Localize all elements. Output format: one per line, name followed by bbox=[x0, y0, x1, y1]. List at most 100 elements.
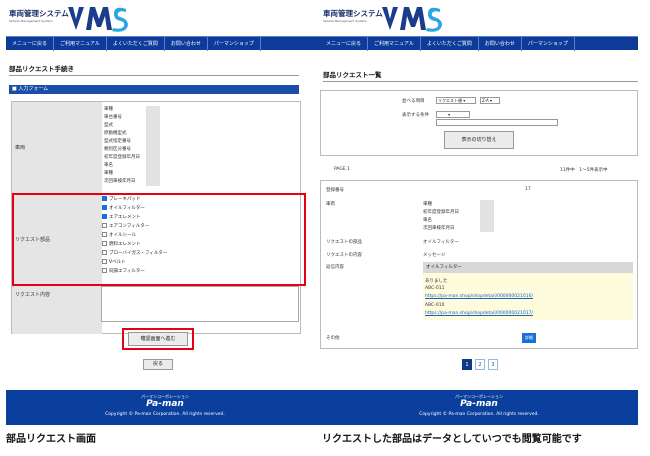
part-checkbox-7[interactable]: Vベルト bbox=[102, 259, 126, 265]
part-checkbox-0[interactable]: ブレーキパッド bbox=[102, 196, 141, 202]
vehicle-field-1: 車台番号 bbox=[104, 115, 122, 120]
vms-logo[interactable] bbox=[380, 3, 442, 34]
parts-highlight bbox=[12, 193, 306, 286]
vehicle-field-6: 初年度登録年月日 bbox=[104, 155, 140, 160]
part-checkbox-5[interactable]: 燃料エレメント bbox=[102, 241, 141, 247]
sort-order-select[interactable]: Z-A ▾ bbox=[480, 97, 500, 104]
page-indicator: PAGE.1 bbox=[334, 167, 351, 172]
vms-logo[interactable] bbox=[66, 3, 128, 34]
vehicle-label: 車両 bbox=[326, 202, 335, 207]
reply-label: 返信内容 bbox=[326, 265, 344, 270]
brand-subtitle: Vehicle Management System bbox=[9, 19, 53, 23]
vehicle-field-0: 車種 bbox=[423, 202, 432, 207]
part-checkbox-1[interactable]: オイルフィルター bbox=[102, 205, 145, 211]
checkbox-icon[interactable] bbox=[102, 250, 107, 255]
vehicle-field-3: 原動機型式 bbox=[104, 131, 127, 136]
copyright: Copyright © Pa-man Corporation. All righ… bbox=[105, 412, 225, 417]
title-divider bbox=[323, 81, 638, 82]
vehicle-field-9: 次回車検年月日 bbox=[104, 179, 136, 184]
confirm-button[interactable]: 確認画面へ進む bbox=[128, 332, 188, 346]
title-divider bbox=[9, 75, 299, 76]
brand-title: 車両管理システム bbox=[323, 9, 383, 18]
request-part-value: オイルフィルター bbox=[423, 240, 459, 245]
vehicle-field-8: 車種 bbox=[104, 171, 113, 176]
nav-faq[interactable]: よくいただくご質問 bbox=[107, 37, 165, 51]
request-content-label: リクエスト内容 bbox=[12, 286, 102, 334]
result-count: 11件中 1〜5件表示中 bbox=[560, 168, 608, 173]
checkbox-checked-icon[interactable] bbox=[102, 205, 107, 210]
checkbox-icon[interactable] bbox=[102, 268, 107, 273]
checkbox-icon[interactable] bbox=[102, 232, 107, 237]
page-1[interactable]: 1 bbox=[462, 359, 472, 370]
nav-contact[interactable]: お問い合わせ bbox=[479, 37, 522, 51]
part-checkbox-3[interactable]: エアコンフィルター bbox=[102, 223, 149, 229]
part-checkbox-2[interactable]: エアエレメント bbox=[102, 214, 141, 220]
caption-right: リクエストした部品はデータとしていつでも閲覧可能です bbox=[322, 434, 582, 445]
footer: パーマンコーポレーション Pa-man Copyright © Pa-man C… bbox=[6, 390, 324, 425]
checkbox-icon[interactable] bbox=[102, 259, 107, 264]
nav-manual[interactable]: ご利用マニュアル bbox=[368, 37, 421, 51]
vehicle-field-7: 車名 bbox=[104, 163, 113, 168]
request-content-label: リクエストの内容 bbox=[326, 253, 362, 258]
page-title: 部品リクエスト一覧 bbox=[323, 71, 382, 79]
vehicle-field-1: 初年度登録年月日 bbox=[423, 210, 459, 215]
page-3[interactable]: 3 bbox=[488, 359, 498, 370]
reply-line-1: ABC-011 bbox=[425, 286, 445, 291]
page-title: 部品リクエスト手続き bbox=[9, 65, 74, 73]
caption-left: 部品リクエスト画面 bbox=[6, 434, 96, 445]
header: 車両管理システム Vehicle Management System bbox=[320, 0, 638, 36]
paman-logo: Pa-man bbox=[460, 399, 498, 409]
reply-line-0: ありました bbox=[425, 279, 448, 284]
request-part-label: リクエストの部品 bbox=[326, 240, 362, 245]
vehicle-label: 車両 bbox=[12, 102, 102, 194]
checkbox-checked-icon[interactable] bbox=[102, 196, 107, 201]
copyright: Copyright © Pa-man Corporation. All righ… bbox=[419, 412, 539, 417]
part-checkbox-6[interactable]: ブローバイガス・フィルター bbox=[102, 250, 167, 256]
part-checkbox-4[interactable]: オイルシール bbox=[102, 232, 136, 238]
nav-shop[interactable]: パーマンショップ bbox=[522, 37, 575, 51]
detail-button[interactable]: 詳細 bbox=[522, 333, 536, 343]
reg-number-label: 登録番号 bbox=[326, 188, 344, 193]
sort-label: 並べる項目 bbox=[402, 99, 425, 104]
nav-contact[interactable]: お問い合わせ bbox=[165, 37, 208, 51]
nav-menu-back[interactable]: メニューに戻る bbox=[320, 37, 369, 51]
vehicle-field-4: 型式指定番号 bbox=[104, 139, 131, 144]
brand-subtitle: Vehicle Management System bbox=[323, 19, 367, 23]
request-content-value: メッセージ bbox=[423, 253, 446, 258]
product-link-1[interactable]: https://pa-man.shop/shopdetail/000000021… bbox=[425, 294, 533, 299]
product-link-2[interactable]: https://pa-man.shop/shopdetail/000000021… bbox=[425, 311, 533, 316]
checkbox-icon[interactable] bbox=[102, 223, 107, 228]
reply-header: オイルフィルター bbox=[423, 262, 633, 273]
section-bar: ■ 入力フォーム bbox=[9, 85, 299, 94]
checkbox-icon[interactable] bbox=[102, 241, 107, 246]
request-list-panel: 車両管理システム Vehicle Management System メニューに… bbox=[320, 0, 638, 425]
nav-faq[interactable]: よくいただくご質問 bbox=[421, 37, 479, 51]
condition-label: 表示する条件 bbox=[402, 113, 429, 118]
other-label: その他 bbox=[326, 336, 340, 341]
part-checkbox-8[interactable]: 同調エフィルター bbox=[102, 268, 145, 274]
condition-input[interactable] bbox=[436, 119, 558, 126]
footer: パーマンコーポレーション Pa-man Copyright © Pa-man C… bbox=[320, 390, 638, 425]
header: 車両管理システム Vehicle Management System bbox=[6, 0, 324, 36]
condition-select[interactable]: ▾ bbox=[436, 111, 470, 118]
vehicle-field-5: 類別区分番号 bbox=[104, 147, 131, 152]
request-content-textarea[interactable] bbox=[101, 286, 299, 322]
back-button[interactable]: 戻る bbox=[143, 359, 173, 370]
vehicle-field-0: 車種 bbox=[104, 107, 113, 112]
redacted-values bbox=[146, 106, 160, 186]
vehicle-field-3: 次回車検年月日 bbox=[423, 226, 455, 231]
vehicle-field-2: 車名 bbox=[423, 218, 432, 223]
sort-select[interactable]: リクエスト順 ▾ bbox=[436, 97, 476, 104]
redacted-values bbox=[480, 200, 494, 232]
brand-title: 車両管理システム bbox=[9, 9, 69, 18]
nav-menu-back[interactable]: メニューに戻る bbox=[6, 37, 55, 51]
paman-logo: Pa-man bbox=[146, 399, 184, 409]
nav-manual[interactable]: ご利用マニュアル bbox=[54, 37, 107, 51]
reg-number-value: 17 bbox=[525, 187, 531, 192]
checkbox-checked-icon[interactable] bbox=[102, 214, 107, 219]
main-nav: メニューに戻る ご利用マニュアル よくいただくご質問 お問い合わせ パーマンショ… bbox=[320, 36, 638, 51]
page-2[interactable]: 2 bbox=[475, 359, 485, 370]
reply-line-2: ABC-010 bbox=[425, 303, 445, 308]
toggle-display-button[interactable]: 表示の切り替え bbox=[444, 131, 514, 149]
nav-shop[interactable]: パーマンショップ bbox=[208, 37, 261, 51]
